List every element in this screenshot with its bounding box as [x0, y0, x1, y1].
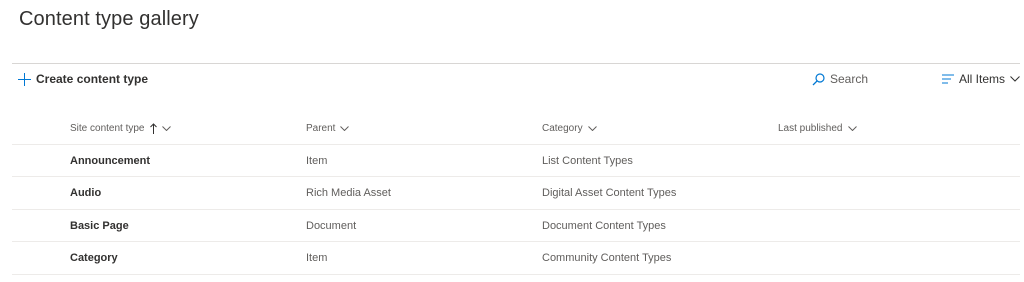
parent-cell: Rich Media Asset — [306, 187, 391, 199]
search-icon — [812, 72, 825, 85]
chevron-down-icon — [1010, 76, 1020, 82]
column-header-label: Last published — [778, 122, 843, 134]
content-type-name-link[interactable]: Announcement — [70, 145, 150, 177]
view-selector[interactable]: All Items — [942, 71, 1020, 87]
parent-cell: Item — [306, 155, 328, 167]
table-row[interactable]: Basic Page Document Document Content Typ… — [12, 209, 1020, 242]
category-cell: Document Content Types — [542, 220, 666, 232]
parent-cell: Item — [306, 252, 328, 264]
page-title: Content type gallery — [19, 8, 199, 30]
column-header-label: Parent — [306, 122, 336, 134]
chevron-down-icon — [340, 125, 350, 131]
content-type-name-link[interactable]: Audio — [70, 177, 101, 209]
table-row[interactable]: Audio Rich Media Asset Digital Asset Con… — [12, 176, 1020, 209]
search-box[interactable]: Search — [812, 71, 868, 87]
chevron-down-icon — [847, 125, 857, 131]
table-row[interactable]: Category Item Community Content Types — [12, 241, 1020, 275]
column-header-last-published[interactable]: Last published — [778, 121, 857, 135]
content-type-name-link[interactable]: Category — [70, 242, 118, 274]
table-row[interactable]: Announcement Item List Content Types — [12, 144, 1020, 177]
column-header-label: Category — [542, 122, 583, 134]
content-type-name-link[interactable]: Basic Page — [70, 210, 129, 242]
column-header-label: Site content type — [70, 122, 145, 134]
view-options-icon — [942, 74, 954, 84]
column-header-site-content-type[interactable]: Site content type — [70, 121, 171, 135]
create-content-type-button[interactable]: Create content type — [18, 70, 148, 88]
plus-icon — [18, 72, 31, 86]
sort-ascending-icon — [149, 122, 157, 134]
chevron-down-icon — [161, 125, 171, 131]
category-cell: Digital Asset Content Types — [542, 187, 677, 199]
column-header-category[interactable]: Category — [542, 121, 597, 135]
chevron-down-icon — [587, 125, 597, 131]
view-selector-label: All Items — [959, 72, 1006, 86]
category-cell: List Content Types — [542, 155, 633, 167]
column-header-parent[interactable]: Parent — [306, 121, 350, 135]
create-content-type-label: Create content type — [36, 72, 149, 86]
search-input[interactable]: Search — [830, 72, 868, 86]
header-divider — [12, 63, 1020, 64]
parent-cell: Document — [306, 220, 357, 232]
category-cell: Community Content Types — [542, 252, 672, 264]
